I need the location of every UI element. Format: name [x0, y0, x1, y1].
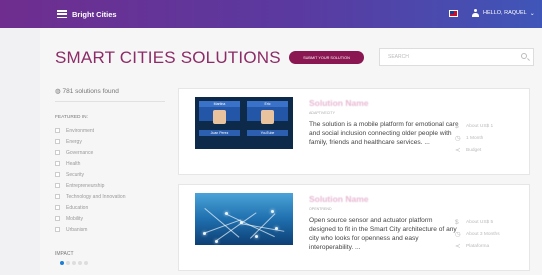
network-node [255, 235, 258, 238]
filter-mobility[interactable]: Mobility [55, 213, 126, 224]
price-icon: $ [455, 122, 459, 130]
solution-meta: $ About US$ 1 ◷ 1 Month ≺ Budget [455, 120, 493, 156]
checkbox[interactable] [55, 139, 60, 144]
price-icon: $ [455, 218, 459, 226]
solution-name[interactable]: Solution Name [309, 98, 369, 108]
time-text: 1 Month [466, 135, 484, 141]
search-icon[interactable] [521, 53, 527, 59]
rating-dot[interactable] [78, 261, 82, 265]
filter-urbanism[interactable]: Urbanism [55, 224, 126, 235]
search-input[interactable]: SEARCH [379, 48, 534, 66]
checkbox[interactable] [55, 216, 60, 221]
video-tile-label: Juan Perez [199, 130, 240, 136]
checkbox[interactable] [55, 172, 60, 177]
clock-icon: ◷ [455, 231, 461, 238]
solution-thumbnail[interactable] [195, 193, 293, 245]
sidebar-divider [55, 101, 165, 102]
solution-description: The solution is a mobile platform for em… [309, 121, 459, 146]
solutions-count: ◍ 781 solutions found [55, 88, 119, 95]
filter-health[interactable]: Health [55, 158, 126, 169]
solution-thumbnail[interactable]: Martina Eric Juan Perez YouTube [195, 97, 293, 149]
solution-name[interactable]: Solution Name [309, 194, 369, 204]
featured-in-heading: FEATURED IN: [55, 115, 88, 120]
globe-icon: ◍ [55, 88, 61, 95]
filter-security[interactable]: Security [55, 169, 126, 180]
impact-rating[interactable] [60, 261, 88, 265]
solution-description: Open source sensor and actuator platform… [309, 217, 457, 251]
filter-governance[interactable]: Governance [55, 147, 126, 158]
search-placeholder: SEARCH [388, 54, 409, 60]
share-icon: ≺ [455, 243, 461, 250]
rating-dot[interactable] [72, 261, 76, 265]
page-title: SMART CITIES SOLUTIONS [55, 48, 281, 67]
impact-heading: IMPACT [55, 251, 74, 257]
price-text: About US$ 1 [466, 123, 494, 129]
top-navigation-bar: Bright Cities HELLO, RAQUEL ⌄ [0, 0, 542, 28]
solution-card[interactable]: Martina Eric Juan Perez YouTube Solution… [178, 88, 530, 175]
solution-card[interactable]: Solution Name OPENTREND Open source sens… [178, 184, 530, 271]
filter-technology-innovation[interactable]: Technology and Innovation [55, 191, 126, 202]
person-avatar [213, 110, 226, 124]
solution-author: OPENTREND [309, 207, 332, 211]
checkbox[interactable] [55, 161, 60, 166]
tag-text: Plataforma [466, 243, 490, 249]
rating-dot[interactable] [66, 261, 70, 265]
share-icon: ≺ [455, 147, 461, 154]
video-tile-label: YouTube [247, 130, 288, 136]
person-avatar [261, 110, 274, 124]
network-node [225, 212, 228, 215]
network-node [240, 221, 243, 224]
solution-meta: $ About US$ 5 ◷ About 3 Months ≺ Plataforma [455, 216, 500, 252]
network-node [275, 227, 278, 230]
network-line [204, 208, 240, 238]
network-node [215, 240, 218, 243]
clock-icon: ◷ [455, 135, 461, 142]
rating-dot[interactable] [84, 261, 88, 265]
checkbox[interactable] [55, 194, 60, 199]
chevron-down-icon: ⌄ [529, 10, 535, 17]
rating-dot[interactable] [60, 261, 64, 265]
filter-list: Environment Energy Governance Health Sec… [55, 125, 126, 235]
checkbox[interactable] [55, 183, 60, 188]
user-greeting: HELLO, RAQUEL [483, 10, 527, 16]
solution-author: ADAPTIVECITY [309, 111, 335, 115]
filter-education[interactable]: Education [55, 202, 126, 213]
network-node [271, 210, 274, 213]
filter-environment[interactable]: Environment [55, 125, 126, 136]
checkbox[interactable] [55, 205, 60, 210]
network-node [203, 232, 206, 235]
filter-entrepreneurship[interactable]: Entrepreneurship [55, 180, 126, 191]
flag-icon[interactable] [449, 10, 458, 17]
menu-icon[interactable] [57, 10, 67, 18]
tag-text: Budget [466, 147, 482, 153]
checkbox[interactable] [55, 227, 60, 232]
checkbox[interactable] [55, 128, 60, 133]
checkbox[interactable] [55, 150, 60, 155]
submit-solution-button[interactable]: SUBMIT YOUR SOLUTION [289, 51, 364, 64]
user-menu[interactable]: HELLO, RAQUEL ⌄ [472, 9, 535, 17]
price-text: About US$ 5 [466, 219, 494, 225]
video-tile-label: Martina [199, 101, 240, 107]
filter-energy[interactable]: Energy [55, 136, 126, 147]
brand-logo[interactable]: Bright Cities [72, 10, 117, 19]
time-text: About 3 Months [466, 231, 500, 237]
video-tile-label: Eric [247, 101, 288, 107]
user-icon [472, 9, 479, 17]
